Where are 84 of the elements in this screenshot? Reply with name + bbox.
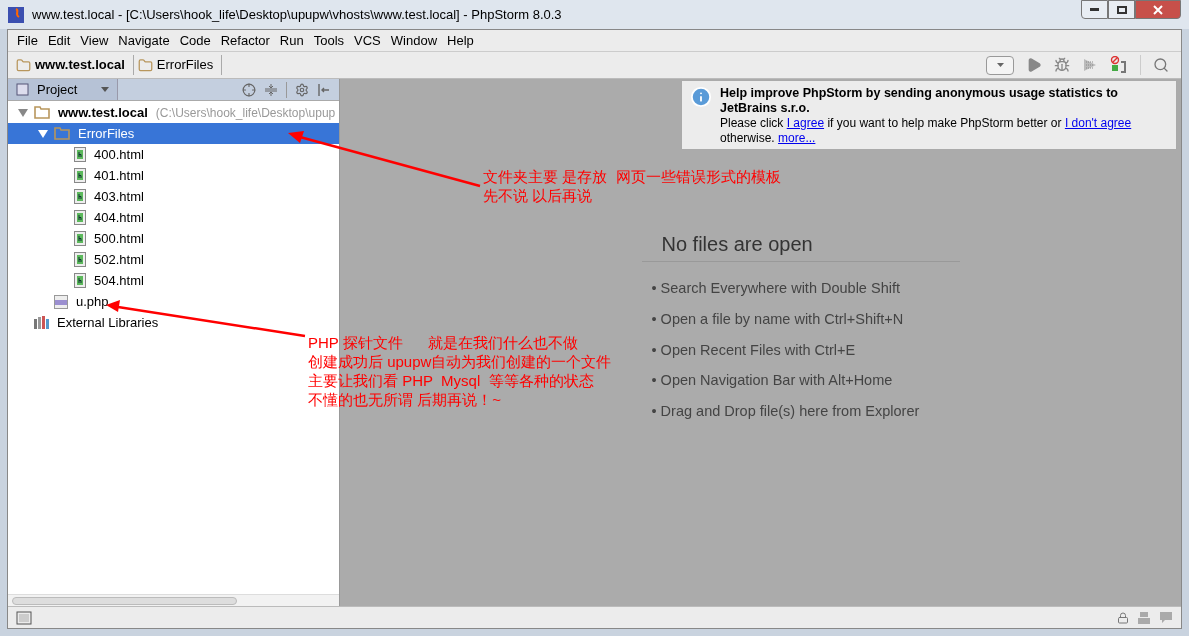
tree-item[interactable]: 502.html (8, 249, 339, 270)
folder-icon (54, 127, 70, 140)
minimize-button[interactable] (1081, 0, 1108, 19)
annotation-text: 先不说 以后再说 (483, 186, 594, 205)
menu-item[interactable]: Navigate (113, 30, 175, 51)
editor-hint: • Open a file by name with Ctrl+Shift+N (651, 309, 905, 329)
disagree-link[interactable]: I don't agree (1064, 116, 1132, 130)
tree-item[interactable]: 500.html (8, 228, 339, 249)
window-title: www.test.local - [C:\Users\hook_life\Desktop\upupw\vhosts\www.test.local] - PhpStorm 8.0.3 (32, 5, 562, 24)
settings-icon[interactable] (295, 82, 309, 97)
run-configuration-dropdown[interactable] (986, 55, 1014, 75)
close-button[interactable] (1135, 0, 1181, 19)
menu-item[interactable]: Code (174, 30, 216, 51)
coverage-icon[interactable] (1082, 57, 1098, 73)
collapse-all-icon[interactable] (264, 82, 278, 97)
tree-item[interactable]: 404.html (8, 207, 339, 228)
locate-icon[interactable] (242, 82, 256, 97)
tree-item[interactable]: 403.html (8, 186, 339, 207)
annotation-text: 文件夹主要 是存放 网页一些错误形式的模板 (483, 167, 781, 186)
tree-item[interactable]: 504.html (8, 270, 339, 291)
menu-item[interactable]: Run (274, 30, 309, 51)
run-icon[interactable] (1026, 57, 1042, 73)
info-icon (690, 86, 712, 108)
menu-item[interactable]: Help (442, 30, 479, 51)
menu-item[interactable]: Tools (308, 30, 350, 51)
html-file-icon (74, 231, 86, 246)
tree-item[interactable]: 400.html (8, 144, 339, 165)
minimize-icon (1090, 8, 1099, 11)
tool-windows-icon[interactable] (16, 610, 32, 625)
expanded-arrow-icon[interactable] (18, 108, 28, 117)
menu-item[interactable]: VCS (349, 30, 386, 51)
folder-icon (34, 106, 50, 119)
tree-item[interactable]: External Libraries (8, 312, 339, 333)
editor-hint: • Open Recent Files with Ctrl+E (651, 340, 857, 360)
empty-editor-heading: No files are open (641, 229, 960, 262)
editor-hint: • Search Everywhere with Double Shift (651, 279, 901, 298)
editor-hint: • Drag and Drop file(s) here from Explorer (651, 402, 921, 421)
html-file-icon (74, 252, 86, 267)
folder-icon (137, 57, 153, 73)
listen-debug-icon[interactable] (1110, 56, 1128, 74)
event-log-icon[interactable] (1159, 610, 1173, 625)
breadcrumb[interactable]: www.test.local (16, 55, 134, 75)
html-file-icon (74, 168, 86, 183)
agree-link[interactable]: I agree (786, 116, 825, 130)
hide-panel-icon[interactable] (317, 82, 331, 97)
app-logo-icon (8, 6, 24, 23)
project-view-dropdown[interactable]: Project (8, 79, 118, 100)
html-file-icon (74, 189, 86, 204)
more-link[interactable]: more... (778, 131, 816, 145)
menu-item[interactable]: Refactor (215, 30, 275, 51)
tree-item[interactable]: ErrorFiles (8, 123, 339, 144)
notification-text: Please click I agree if you want to help make PhpStorm better or I don't agree otherwise. more... (720, 116, 1133, 146)
expanded-arrow-icon[interactable] (38, 129, 48, 138)
menu-item[interactable]: View (75, 30, 114, 51)
project-icon (16, 83, 29, 96)
annotation-text: PHP 探针文件 就是在我们什么也不做 (308, 333, 579, 352)
annotation-text: 不懂的也无所谓 后期再说！~ (308, 390, 502, 409)
lock-icon[interactable] (1117, 611, 1129, 624)
menu-item[interactable]: Edit (42, 30, 76, 51)
search-icon[interactable] (1153, 57, 1169, 73)
debug-icon[interactable] (1054, 57, 1070, 73)
maximize-icon (1116, 5, 1127, 14)
annotation-text: 主要让我们看 PHP Mysql 等等各种的状态 (308, 371, 595, 390)
annotation-text: 创建成功后 upupw自动为我们创建的一个文件 (308, 352, 612, 371)
tree-item[interactable]: www.test.local (C:\Users\hook_life\Desktop\upup (8, 102, 339, 123)
tree-item[interactable]: u.php (8, 291, 339, 312)
breadcrumb[interactable]: ErrorFiles (137, 55, 223, 75)
caret-icon (101, 87, 109, 92)
menu-item[interactable]: Window (385, 30, 443, 51)
library-icon (34, 316, 49, 329)
notification-title: Help improve PhpStorm by sending anonymous usage statistics to JetBrains s.r.o. (720, 86, 1119, 116)
tree-item[interactable]: 401.html (8, 165, 339, 186)
editor-hint: • Open Navigation Bar with Alt+Home (651, 371, 894, 391)
html-file-icon (74, 210, 86, 225)
inspector-icon[interactable] (1137, 610, 1151, 625)
html-file-icon (74, 147, 86, 162)
folder-icon (16, 57, 31, 73)
html-file-icon (74, 273, 86, 288)
close-icon (1153, 4, 1163, 15)
maximize-button[interactable] (1108, 0, 1135, 19)
php-file-icon (54, 294, 68, 309)
caret-icon (996, 63, 1004, 67)
horizontal-scrollbar[interactable] (12, 596, 237, 605)
menu-item[interactable]: File (12, 30, 43, 51)
